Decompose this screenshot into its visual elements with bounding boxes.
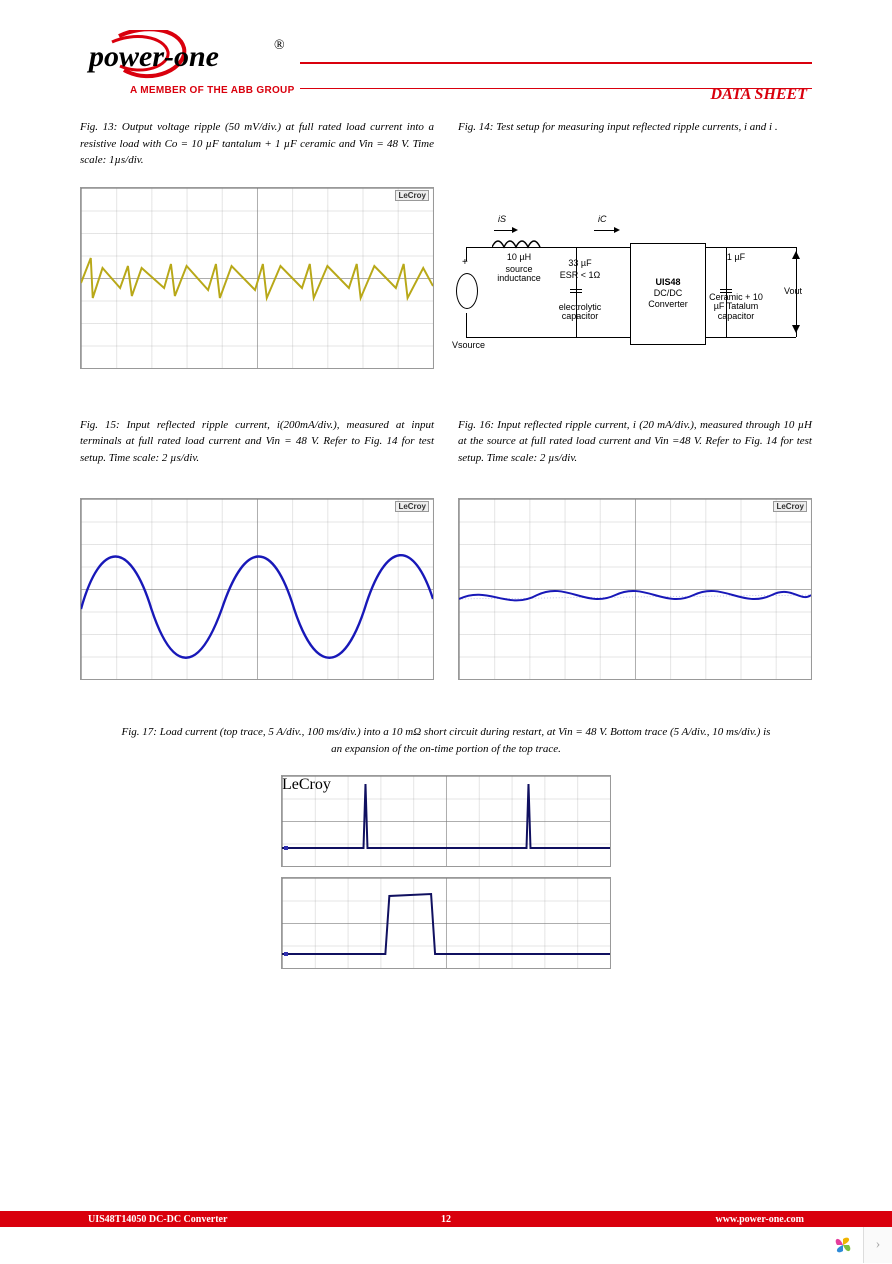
power-one-logo: power-one ® [84, 30, 294, 87]
fig17-scope-bottom [281, 877, 611, 969]
figure-row-2: LeCroy LeCroy [80, 498, 812, 710]
fig17-caption: Fig. 17: Load current (top trace, 5 A/di… [80, 724, 812, 757]
page-header: power-one ® A MEMBER OF THE ABB GROUP DA… [0, 0, 892, 89]
caption-row-1: Fig. 13: Output voltage ripple (50 mV/di… [80, 119, 812, 181]
inductor-label: source inductance [488, 265, 550, 285]
footer-page-number: 12 [441, 1214, 451, 1225]
vout-label: Vout [784, 287, 802, 297]
registered-mark: ® [274, 38, 285, 54]
chevron-right-icon: › [876, 1237, 881, 1253]
dut-type: DC/DC Converter [633, 288, 703, 310]
caption-row-2: Fig. 15: Input reflected ripple current,… [80, 417, 812, 479]
footer-url: www.power-one.com [451, 1214, 804, 1225]
next-page-button[interactable]: › [863, 1227, 892, 1263]
viewer-pager: › [829, 1227, 892, 1263]
fig17-wrap: LeCroy [281, 775, 611, 969]
fig15-caption: Fig. 15: Input reflected ripple current,… [80, 417, 434, 467]
fig16-scope: LeCroy [458, 498, 812, 680]
cap1-label: electrolytic capacitor [548, 303, 612, 323]
header-rule-top [300, 62, 812, 64]
footer-product: UIS48T14050 DC-DC Converter [88, 1214, 441, 1225]
dut-block: UIS48 DC/DC Converter [630, 243, 706, 345]
figure-row-1: LeCroy + [80, 187, 812, 407]
fig16-caption: Fig. 16: Input reflected ripple current,… [458, 417, 812, 467]
logo-text: power-one [89, 40, 219, 74]
cap1-esr: ESR < 1Ω [552, 271, 608, 281]
fig14-diagram: + Vsource iS 10 µH source inductance iC [458, 187, 812, 377]
footer-bar: UIS48T14050 DC-DC Converter 12 www.power… [0, 1211, 892, 1227]
fig13-caption: Fig. 13: Output voltage ripple (50 mV/di… [80, 119, 434, 169]
cap1-value: 33 µF [556, 259, 604, 269]
fig15-scope: LeCroy [80, 498, 434, 680]
is-label: iS [498, 215, 506, 225]
cap2-label: Ceramic + 10 µF Tatalum capacitor [708, 293, 764, 323]
document-type-label: DATA SHEET [711, 86, 807, 104]
page-content: Fig. 13: Output voltage ripple (50 mV/di… [0, 89, 892, 969]
dut-name: UIS48 [633, 277, 703, 288]
fig14-caption: Fig. 14: Test setup for measuring input … [458, 119, 812, 136]
vsource-label: Vsource [452, 341, 485, 351]
fig13-scope: LeCroy [80, 187, 434, 369]
flower-icon [829, 1231, 857, 1259]
inductor-value: 10 µH [494, 253, 544, 263]
cap2-value: 1 µF [712, 253, 760, 263]
datasheet-page: power-one ® A MEMBER OF THE ABB GROUP DA… [0, 0, 892, 1263]
fig17-scope-top: LeCroy [281, 775, 611, 867]
ic-label: iC [598, 215, 607, 225]
